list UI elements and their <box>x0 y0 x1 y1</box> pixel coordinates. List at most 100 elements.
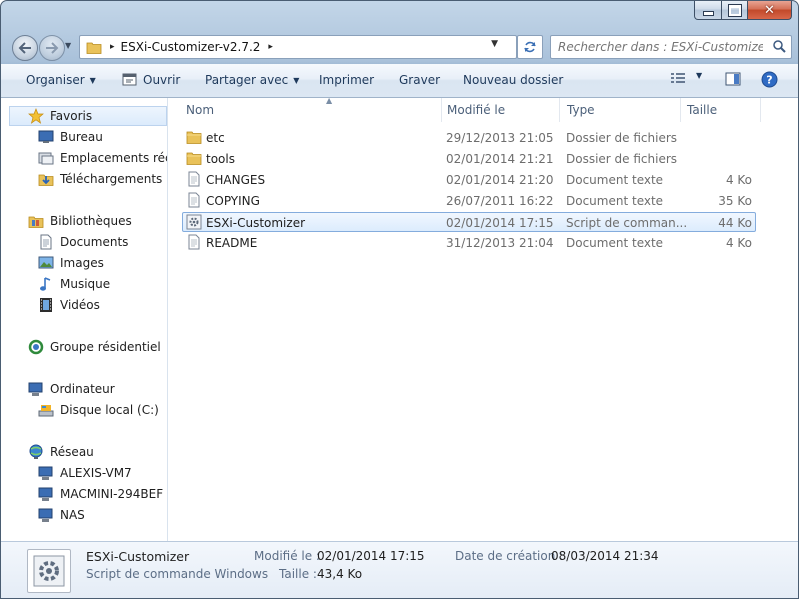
search-input[interactable] <box>558 40 763 54</box>
file-row-esxi-customizer[interactable]: ESXi-Customizer 02/01/2014 17:15 Script … <box>182 212 756 232</box>
sidebar-item-nas[interactable]: NAS <box>1 505 167 525</box>
sidebar-item-network[interactable]: Réseau <box>1 442 167 462</box>
star-icon <box>28 108 44 124</box>
sidebar-item-libraries[interactable]: Bibliothèques <box>1 211 167 231</box>
open-button[interactable]: Ouvrir <box>122 73 180 87</box>
file-name: tools <box>206 152 235 166</box>
column-header-name[interactable]: Nom ▲ <box>186 96 441 122</box>
address-history-dropdown[interactable]: ▼ <box>491 39 498 49</box>
text-file-icon <box>188 192 200 208</box>
breadcrumb-separator-icon[interactable]: ▸ <box>110 42 115 52</box>
computer-icon <box>28 381 44 397</box>
sidebar-item-music[interactable]: Musique <box>1 274 167 294</box>
search-box[interactable] <box>550 35 792 59</box>
minimize-button[interactable] <box>694 1 722 20</box>
script-file-icon <box>33 555 65 587</box>
images-icon <box>38 255 54 271</box>
sidebar-item-videos[interactable]: Vidéos <box>1 295 167 315</box>
sidebar-item-label: ALEXIS-VM7 <box>60 466 132 480</box>
view-options-dropdown[interactable]: ▼ <box>696 71 702 80</box>
new-folder-label: Nouveau dossier <box>463 73 564 87</box>
file-thumbnail <box>27 549 71 593</box>
breadcrumb-current-folder[interactable]: ESXi-Customizer-v2.7.2 <box>121 40 261 54</box>
column-header-modified[interactable]: Modifié le <box>447 98 557 122</box>
file-row-readme[interactable]: README 31/12/2013 21:04 Document texte 4… <box>182 233 756 253</box>
sidebar-item-desktop[interactable]: Bureau <box>1 127 167 147</box>
file-row-tools[interactable]: tools 02/01/2014 21:21 Dossier de fichie… <box>182 149 756 169</box>
details-created-label: Date de création : <box>455 549 564 563</box>
file-modified: 02/01/2014 21:21 <box>446 152 554 166</box>
new-folder-button[interactable]: Nouveau dossier <box>463 73 563 87</box>
print-button[interactable]: Imprimer <box>319 73 374 87</box>
sidebar-item-computer[interactable]: Ordinateur <box>1 379 167 399</box>
sidebar-item-label: Téléchargements <box>60 172 163 186</box>
details-size-label: Taille : <box>279 567 317 581</box>
folder-icon <box>86 42 102 54</box>
details-created-value: 08/03/2014 21:34 <box>551 549 659 563</box>
column-divider[interactable] <box>680 98 681 122</box>
column-divider[interactable] <box>441 98 442 122</box>
text-file-icon <box>188 171 200 187</box>
column-header-type[interactable]: Type <box>567 98 677 122</box>
chevron-down-icon: ▼ <box>89 75 96 85</box>
burn-button[interactable]: Graver <box>399 73 440 87</box>
sidebar-item-label: Images <box>60 256 104 270</box>
search-icon[interactable] <box>772 39 786 53</box>
breadcrumb-chevron-icon[interactable]: ▸ <box>268 42 273 52</box>
recent-places-icon <box>38 150 54 166</box>
sidebar-item-recent-places[interactable]: Emplacements récents <box>1 148 167 168</box>
file-row-changes[interactable]: CHANGES 02/01/2014 21:20 Document texte … <box>182 170 756 190</box>
refresh-button[interactable] <box>517 35 543 59</box>
share-with-button[interactable]: Partager avec ▼ <box>205 73 299 87</box>
column-header-label: Taille <box>687 103 718 117</box>
file-row-etc[interactable]: etc 29/12/2013 21:05 Dossier de fichiers <box>182 128 756 148</box>
column-divider[interactable] <box>559 98 560 122</box>
details-file-kind: Script de commande Windows <box>86 567 269 581</box>
file-modified: 29/12/2013 21:05 <box>446 131 554 145</box>
details-size-value: 43,4 Ko <box>317 567 363 581</box>
maximize-button[interactable] <box>722 1 748 20</box>
sidebar-item-alexis-vm7[interactable]: ALEXIS-VM7 <box>1 463 167 483</box>
sidebar-item-favorites[interactable]: Favoris <box>9 106 167 126</box>
sidebar-item-local-disk[interactable]: Disque local (C:) <box>1 400 167 420</box>
file-type: Dossier de fichiers <box>566 131 678 145</box>
column-header-label: Nom <box>186 103 215 117</box>
file-name: CHANGES <box>206 173 266 187</box>
column-header-size[interactable]: Taille <box>687 98 757 122</box>
column-header-label: Modifié le <box>447 103 506 117</box>
sidebar-item-downloads[interactable]: Téléchargements <box>1 169 167 189</box>
forward-arrow-icon <box>46 42 59 54</box>
open-label: Ouvrir <box>143 73 181 87</box>
column-divider[interactable] <box>760 98 761 122</box>
back-button[interactable] <box>12 35 38 61</box>
file-name: ESXi-Customizer <box>206 216 306 230</box>
minimize-icon <box>702 10 714 16</box>
sidebar-item-images[interactable]: Images <box>1 253 167 273</box>
file-type: Document texte <box>566 194 664 208</box>
file-modified: 02/01/2014 17:15 <box>446 216 554 230</box>
recent-pages-dropdown[interactable]: ▼ <box>65 41 73 53</box>
sidebar-item-homegroup[interactable]: Groupe résidentiel <box>1 337 167 357</box>
file-size: 35 Ko <box>718 194 752 208</box>
help-button[interactable]: ? <box>761 71 778 91</box>
sidebar-item-label: Bibliothèques <box>50 214 132 228</box>
folder-icon <box>186 152 202 165</box>
change-view-button[interactable] <box>670 72 686 89</box>
preview-pane-button[interactable] <box>725 72 741 90</box>
sidebar-item-macmini[interactable]: MACMINI-294BEF <box>1 484 167 504</box>
file-type: Document texte <box>566 173 664 187</box>
close-button[interactable]: ✕ <box>748 1 792 20</box>
explorer-window: ✕ ▼ ▸ ESXi-Customizer-v2.7.2 ▸ ▼ Organis… <box>0 0 799 599</box>
file-type: Script de comman... <box>566 216 688 230</box>
sidebar-item-documents[interactable]: Documents <box>1 232 167 252</box>
navigation-pane: Favoris Bureau Emplacements récents Télé… <box>1 98 168 541</box>
file-size: 44 Ko <box>718 216 752 230</box>
forward-button[interactable] <box>39 35 65 61</box>
details-file-name: ESXi-Customizer <box>86 549 190 564</box>
organize-button[interactable]: Organiser ▼ <box>26 73 96 87</box>
address-bar[interactable]: ▸ ESXi-Customizer-v2.7.2 ▸ ▼ <box>79 35 517 59</box>
back-arrow-icon <box>18 42 31 54</box>
sidebar-item-label: MACMINI-294BEF <box>60 487 164 501</box>
file-list: Nom ▲ Modifié le Type Taille etc 29/12/2… <box>168 96 798 541</box>
file-row-copying[interactable]: COPYING 26/07/2011 16:22 Document texte … <box>182 191 756 211</box>
